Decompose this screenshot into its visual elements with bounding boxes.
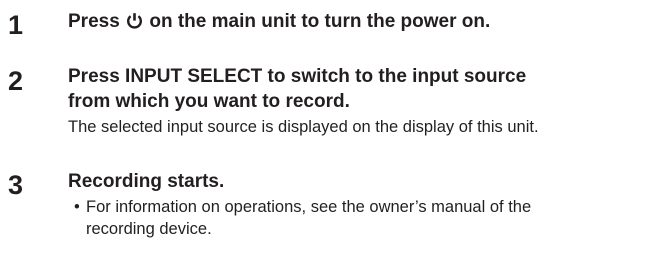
list-item: • For information on operations, see the… [68,196,531,240]
step-heading-line-1: Press INPUT SELECT to switch to the inpu… [68,66,527,87]
step-heading: Recording starts. [68,171,225,192]
bullet-text-line-1: For information on operations, see the o… [86,198,532,216]
instruction-steps: 1 Press on the main unit to turn the pow… [0,0,668,260]
bullet-text-line-2: recording device. [86,220,212,238]
step-number: 3 [8,170,24,200]
step-description: The selected input source is displayed o… [68,118,539,136]
step-heading: Press on the main unit to turn the power… [68,9,490,34]
step-number: 2 [8,66,24,96]
step-number: 1 [8,10,24,40]
bullet-icon: • [74,198,80,216]
step-heading-line-2: from which you want to record. [68,91,350,112]
step-bullet-list: • For information on operations, see the… [68,196,531,240]
heading-text-before: Press [68,11,120,32]
heading-text-after: on the main unit to turn the power on. [149,11,491,32]
power-icon [126,12,143,30]
